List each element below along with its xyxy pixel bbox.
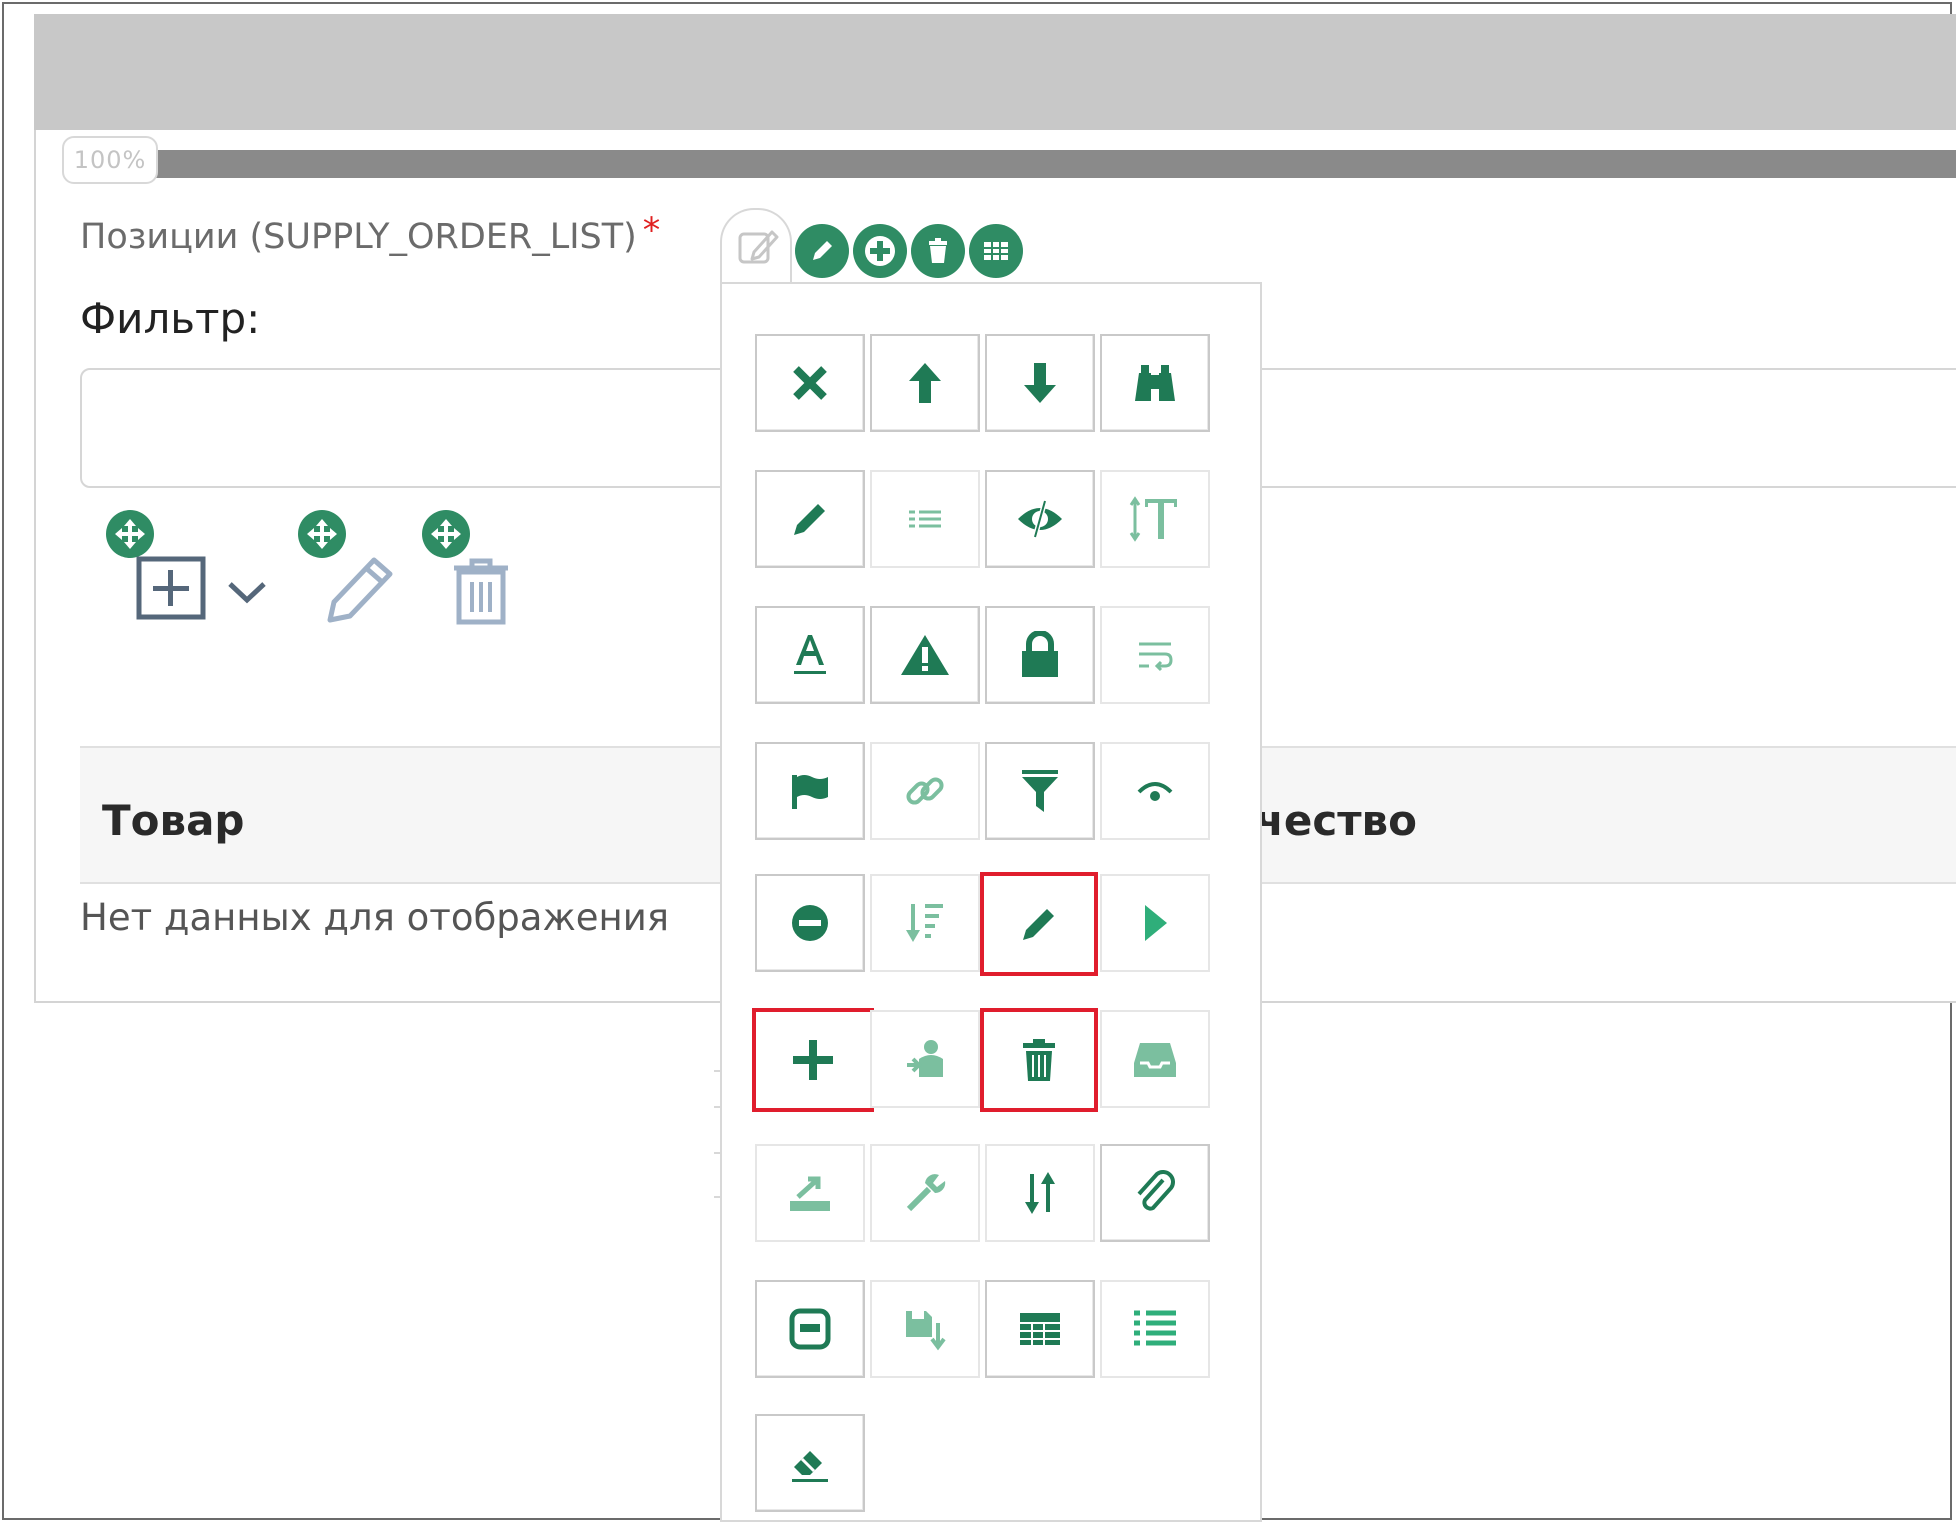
divider xyxy=(714,1106,722,1108)
list-lines-icon xyxy=(909,510,941,528)
menu-add-highlighted-button[interactable] xyxy=(752,1008,874,1112)
lock-icon xyxy=(1022,631,1058,677)
close-icon xyxy=(793,366,827,400)
menu-list-button[interactable] xyxy=(1100,1280,1210,1378)
eye-slash-icon xyxy=(1018,500,1062,538)
trash-icon xyxy=(1023,1039,1055,1081)
menu-wrap-text-button[interactable] xyxy=(1100,606,1210,704)
menu-sort-button[interactable] xyxy=(985,1144,1095,1242)
binoculars-icon xyxy=(1135,365,1175,401)
menu-edit-highlighted-button[interactable] xyxy=(980,872,1098,976)
menu-inbox-button[interactable] xyxy=(1100,1010,1210,1108)
menu-eraser-button[interactable] xyxy=(755,1414,865,1512)
menu-filter-button[interactable] xyxy=(985,742,1095,840)
empty-table-message: Нет данных для отображения xyxy=(80,896,670,939)
inbox-icon xyxy=(1134,1043,1176,1077)
text-height-icon xyxy=(1129,496,1177,542)
menu-signal-button[interactable] xyxy=(1100,742,1210,840)
filter-icon xyxy=(1022,770,1058,812)
divider xyxy=(714,1196,722,1198)
menu-eye-slash-button[interactable] xyxy=(985,470,1095,568)
menu-user-export-button[interactable] xyxy=(870,1010,980,1108)
menu-save-button[interactable] xyxy=(870,1280,980,1378)
menu-square-minus-button[interactable] xyxy=(755,1280,865,1378)
table-icon xyxy=(1020,1313,1060,1345)
menu-flag-button[interactable] xyxy=(755,742,865,840)
upload-icon xyxy=(790,1176,830,1211)
filter-label: Фильтр: xyxy=(80,294,261,343)
menu-font-button[interactable] xyxy=(755,606,865,704)
quick-actions xyxy=(795,224,1023,278)
pencil-outline-icon[interactable] xyxy=(322,552,398,624)
move-handle-icon[interactable] xyxy=(422,510,470,558)
plus-icon xyxy=(865,236,895,266)
trash-icon xyxy=(929,238,947,263)
warning-icon xyxy=(901,635,949,675)
minus-circle-icon xyxy=(792,905,828,941)
arrow-up-icon xyxy=(909,363,941,403)
menu-close-button[interactable] xyxy=(755,334,865,432)
divider xyxy=(714,1070,722,1072)
quick-delete-button[interactable] xyxy=(911,224,965,278)
top-bar xyxy=(34,14,1956,130)
arrow-down-icon xyxy=(1024,363,1056,403)
progress-label: 100% xyxy=(62,136,158,184)
menu-link-button[interactable] xyxy=(870,742,980,840)
move-handle-icon[interactable] xyxy=(106,510,154,558)
menu-wrench-button[interactable] xyxy=(870,1144,980,1242)
menu-pencil-button[interactable] xyxy=(755,470,865,568)
trash-outline-icon[interactable] xyxy=(450,558,512,626)
save-icon xyxy=(906,1311,946,1351)
menu-paperclip-button[interactable] xyxy=(1100,1144,1210,1242)
menu-binoculars-button[interactable] xyxy=(1100,334,1210,432)
quick-add-button[interactable] xyxy=(853,224,907,278)
chevron-down-icon[interactable] xyxy=(226,578,268,606)
edit-square-icon xyxy=(738,230,779,264)
menu-minus-circle-button[interactable] xyxy=(755,874,865,972)
pencil-icon xyxy=(1023,909,1054,940)
add-box-icon[interactable] xyxy=(136,556,208,622)
menu-arrow-up-button[interactable] xyxy=(870,334,980,432)
menu-lock-button[interactable] xyxy=(985,606,1095,704)
pencil-icon xyxy=(813,241,832,260)
menu-upload-button[interactable] xyxy=(755,1144,865,1242)
menu-list-lines-button[interactable] xyxy=(870,470,980,568)
list-icon xyxy=(1134,1310,1176,1346)
menu-sort-desc-button[interactable] xyxy=(870,874,980,972)
quick-grid-button[interactable] xyxy=(969,224,1023,278)
menu-play-button[interactable] xyxy=(1100,874,1210,972)
pencil-icon xyxy=(794,504,825,535)
edit-field-button[interactable] xyxy=(720,208,792,284)
play-icon xyxy=(1145,905,1167,941)
field-label: Позиции (SUPPLY_ORDER_LIST) * xyxy=(80,211,660,257)
plus-icon xyxy=(793,1040,833,1080)
sort-icon xyxy=(1025,1172,1055,1214)
field-label-text: Позиции (SUPPLY_ORDER_LIST) xyxy=(80,217,637,257)
eraser-icon xyxy=(792,1451,828,1482)
required-mark: * xyxy=(642,211,661,251)
grid-icon xyxy=(984,242,1008,260)
menu-text-height-button[interactable] xyxy=(1100,470,1210,568)
menu-delete-highlighted-button[interactable] xyxy=(980,1008,1098,1112)
menu-arrow-down-button[interactable] xyxy=(985,334,1095,432)
menu-warning-button[interactable] xyxy=(870,606,980,704)
menu-table-button[interactable] xyxy=(985,1280,1095,1378)
wrap-text-icon xyxy=(1139,642,1173,672)
progress-bar xyxy=(120,150,1956,178)
signal-icon xyxy=(1137,782,1173,801)
divider xyxy=(714,1152,722,1154)
move-handle-icon[interactable] xyxy=(298,510,346,558)
square-minus-icon xyxy=(789,1308,831,1350)
user-export-icon xyxy=(907,1040,943,1077)
sort-desc-icon xyxy=(906,904,943,942)
wrench-icon xyxy=(906,1174,946,1212)
paperclip-icon xyxy=(1137,1170,1175,1211)
flag-icon xyxy=(792,775,828,809)
column-header-quantity[interactable]: чество xyxy=(1255,796,1417,845)
column-header-product[interactable]: Товар xyxy=(102,796,245,845)
link-icon xyxy=(906,777,944,805)
font-underline-icon xyxy=(794,635,826,674)
quick-edit-button[interactable] xyxy=(795,224,849,278)
